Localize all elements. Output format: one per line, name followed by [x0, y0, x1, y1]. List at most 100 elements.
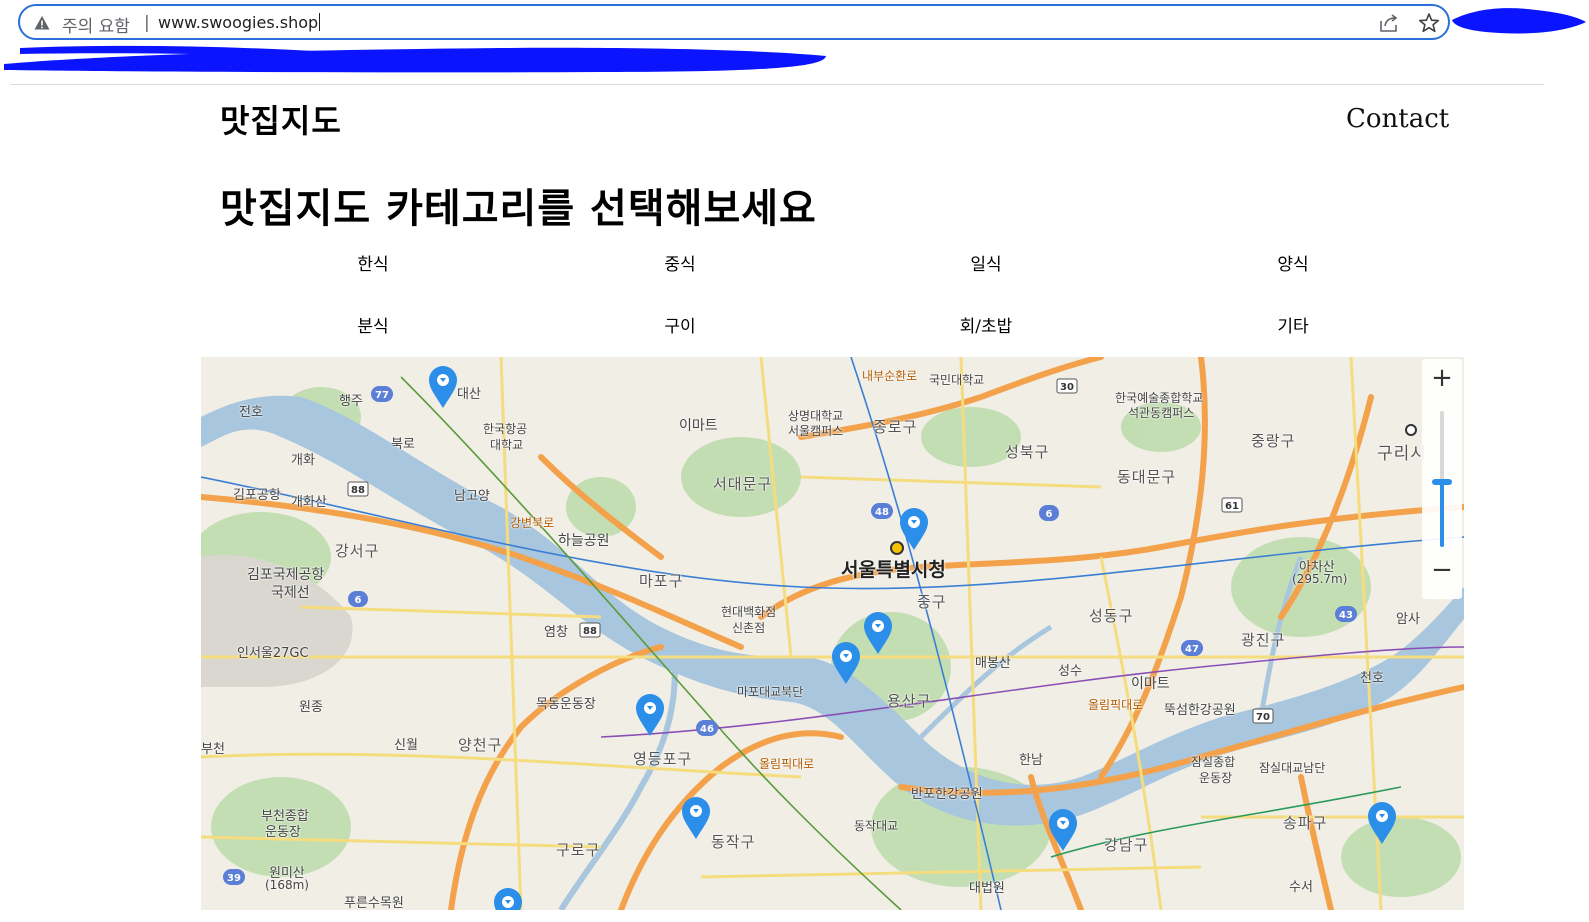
- map-label-jeonho: 전호: [239, 405, 263, 420]
- redaction-scribble: [1452, 8, 1586, 34]
- svg-text:61: 61: [1225, 501, 1239, 512]
- map-label-cheonho: 천호: [1360, 671, 1384, 686]
- zoom-in-button[interactable]: +: [1422, 359, 1462, 399]
- category-chinese[interactable]: 중식: [620, 250, 740, 275]
- map-label-mapo: 마포구: [639, 572, 684, 590]
- address-separator: |: [144, 13, 150, 33]
- text-caret: [319, 13, 321, 31]
- map-label-sangmyung-2: 서울캠퍼스: [788, 424, 844, 438]
- map-marker[interactable]: [681, 796, 711, 840]
- map-label-daesan: 대산: [457, 387, 481, 402]
- address-bar[interactable]: 주의 요함 | www.swoogies.shop: [18, 4, 1450, 40]
- map-label-suseo: 수서: [1289, 880, 1313, 895]
- category-japanese[interactable]: 일식: [926, 250, 1046, 275]
- category-korean[interactable]: 한식: [313, 250, 433, 275]
- map-label-kookmin: 국민대학교: [929, 373, 985, 387]
- map-label-amsa: 암사: [1396, 612, 1420, 627]
- page-divider: [10, 84, 1544, 85]
- svg-text:70: 70: [1256, 712, 1270, 723]
- map-label-olympic-road-2: 올림픽대로: [759, 757, 815, 771]
- map-label-gimpo-intl: 국제선: [271, 585, 310, 601]
- map-marker[interactable]: [831, 641, 861, 685]
- map-label-hyundai: 현대백화점: [721, 605, 777, 619]
- map-label-jongno: 종로구: [873, 418, 918, 436]
- map-marker[interactable]: [863, 611, 893, 655]
- map-label-supreme-court: 대법원: [969, 881, 1005, 896]
- map-label-jungnang: 중랑구: [1251, 432, 1296, 450]
- map-marker[interactable]: [899, 507, 929, 551]
- category-western[interactable]: 양식: [1233, 250, 1353, 275]
- map-label-gwangjin: 광진구: [1241, 631, 1286, 649]
- map-label-yeomchang: 염창: [544, 625, 568, 640]
- nav-contact-link[interactable]: Contact: [1346, 104, 1449, 134]
- map-label-yangcheon: 양천구: [458, 736, 503, 754]
- zoom-slider-fill: [1440, 483, 1444, 547]
- redaction-scribble: [4, 45, 826, 73]
- map-label-dongjak-bridge: 동작대교: [854, 819, 899, 833]
- svg-text:46: 46: [700, 724, 714, 735]
- bookmark-star-icon[interactable]: [1418, 12, 1440, 34]
- map-label-naebu-road: 내부순환로: [862, 369, 918, 383]
- zoom-control: + −: [1422, 359, 1462, 599]
- map-label-banpo-park: 반포한강공원: [911, 787, 983, 802]
- svg-text:6: 6: [1046, 509, 1053, 520]
- map-label-bukro: 북로: [391, 437, 415, 452]
- map-label-mokdong: 목동운동장: [536, 697, 596, 712]
- map-label-gimpo-airport-st: 김포공항: [233, 488, 281, 503]
- warning-triangle-icon: [34, 16, 50, 30]
- map-label-junggu: 중구: [917, 593, 947, 611]
- map-label-yeongdeungpo: 영등포구: [633, 750, 693, 768]
- map-label-gaehwa: 개화: [291, 453, 315, 468]
- category-grid: 한식 중식 일식 양식 분식 구이 회/초밥 기타: [220, 244, 1446, 344]
- map-label-gaehwasan: 개화산: [291, 495, 327, 510]
- map-label-aerospace-uni-2: 대학교: [490, 438, 524, 452]
- security-label[interactable]: 주의 요함: [62, 12, 130, 37]
- map-label-hanul-park: 하늘공원: [558, 533, 610, 549]
- map-marker[interactable]: [635, 693, 665, 737]
- map-marker[interactable]: [1048, 808, 1078, 852]
- svg-text:88: 88: [351, 485, 365, 496]
- map-label-wonjong: 원종: [299, 700, 323, 715]
- map-label-seodaemun: 서대문구: [713, 475, 773, 493]
- map-label-olympic-road: 올림픽대로: [1088, 698, 1144, 712]
- category-sushi[interactable]: 회/초밥: [926, 312, 1046, 337]
- restaurant-map[interactable]: 77 88 6 48 6 30 61 43 47 70 46 88 39 서울특…: [201, 357, 1464, 910]
- map-label-pureun-mokwon: 푸른수목원: [344, 896, 404, 910]
- category-etc[interactable]: 기타: [1233, 312, 1353, 337]
- svg-text:39: 39: [227, 873, 241, 884]
- map-label-dongjak: 동작구: [711, 833, 756, 851]
- map-label-dongdaemun: 동대문구: [1117, 468, 1177, 486]
- map-label-hyundai-branch: 신촌점: [732, 621, 766, 635]
- map-label-haengju: 행주: [339, 394, 363, 409]
- map-label-ttukseom-park: 뚝섬한강공원: [1164, 703, 1236, 718]
- zoom-slider-handle[interactable]: [1432, 479, 1452, 485]
- map-label-songpa: 송파구: [1283, 814, 1328, 832]
- map-label-bucheon: 부천: [201, 742, 225, 757]
- map-label-bucheon-sports-2: 운동장: [265, 825, 301, 840]
- map-label-achasan-height: (295.7m): [1292, 572, 1348, 586]
- map-marker[interactable]: [1367, 801, 1397, 845]
- map-label-gimpo-airport: 김포국제공항: [247, 567, 325, 583]
- road-badge: 77: [371, 386, 393, 402]
- map-label-jamsil-sports-2: 운동장: [1199, 771, 1233, 785]
- site-brand[interactable]: 맛집지도: [220, 96, 342, 142]
- share-icon[interactable]: [1378, 13, 1400, 33]
- svg-text:77: 77: [375, 390, 389, 401]
- map-marker[interactable]: [428, 365, 458, 409]
- map-label-incheon-gc: 인서울27GC: [237, 646, 309, 661]
- url-text[interactable]: www.swoogies.shop: [158, 13, 321, 32]
- map-label-city-hall: 서울특별시청: [841, 559, 946, 581]
- svg-text:43: 43: [1339, 610, 1353, 621]
- map-marker[interactable]: [493, 887, 523, 910]
- category-snack[interactable]: 분식: [313, 312, 433, 337]
- svg-text:30: 30: [1060, 382, 1074, 393]
- map-label-maebongsan: 매봉산: [975, 656, 1011, 671]
- map-label-sinwol: 신월: [394, 738, 418, 753]
- map-label-hannam: 한남: [1019, 753, 1043, 768]
- map-label-jamsil-sports: 잠실종합: [1191, 755, 1236, 769]
- map-label-yongsan: 용산구: [887, 692, 932, 710]
- map-label-namgoyang: 남고양: [454, 489, 490, 504]
- zoom-out-button[interactable]: −: [1422, 551, 1462, 591]
- map-label-seongdong: 성동구: [1089, 607, 1134, 625]
- category-grill[interactable]: 구이: [620, 312, 740, 337]
